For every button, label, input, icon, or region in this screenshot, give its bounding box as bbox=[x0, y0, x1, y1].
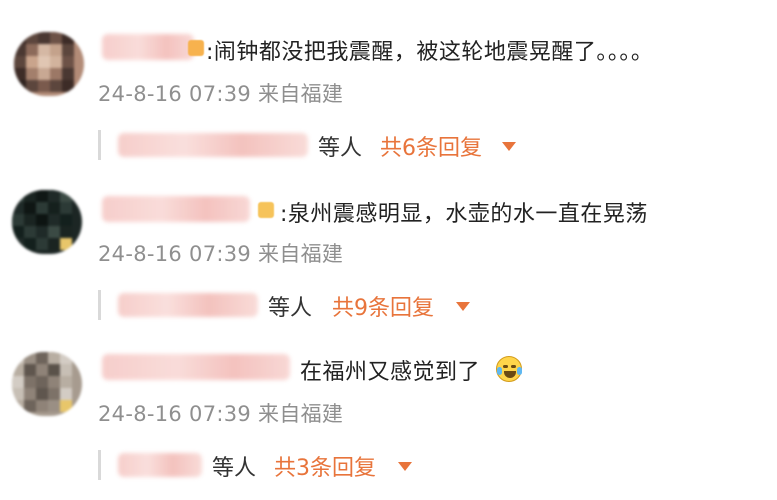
reply-suffix: 等人 bbox=[212, 456, 257, 481]
chevron-down-icon[interactable] bbox=[398, 462, 412, 471]
username-blurred[interactable] bbox=[102, 196, 250, 222]
comment-meta: 24-8-16 07:39 来自福建 bbox=[98, 82, 344, 106]
reply-divider bbox=[98, 290, 101, 320]
reply-suffix: 等人 bbox=[318, 136, 363, 161]
view-replies-link[interactable]: 共9条回复 bbox=[332, 290, 434, 322]
username-blurred[interactable] bbox=[102, 34, 194, 60]
comment-text: :泉州震感明显，水壶的水一直在晃荡 bbox=[280, 202, 648, 227]
vip-badge-icon bbox=[258, 202, 274, 218]
vip-badge-icon bbox=[188, 40, 204, 56]
avatar[interactable] bbox=[12, 190, 82, 254]
chevron-down-icon[interactable] bbox=[456, 302, 470, 311]
replier-names-blurred[interactable] bbox=[118, 293, 258, 317]
view-replies-link[interactable]: 共6条回复 bbox=[380, 130, 482, 162]
comment-meta: 24-8-16 07:39 来自福建 bbox=[98, 242, 344, 266]
replier-names-blurred[interactable] bbox=[118, 453, 202, 477]
comment-text: :闹钟都没把我震醒，被这轮地震晃醒了。。。。 bbox=[206, 40, 654, 65]
comment-meta: 24-8-16 07:39 来自福建 bbox=[98, 402, 344, 426]
reply-divider bbox=[98, 450, 101, 480]
comment-item: :闹钟都没把我震醒，被这轮地震晃醒了。。。。 24-8-16 07:39 来自福… bbox=[0, 0, 777, 162]
reply-divider bbox=[98, 130, 101, 160]
view-replies-link[interactable]: 共3条回复 bbox=[274, 450, 376, 482]
comment-text: 在福州又感觉到了 bbox=[300, 360, 481, 385]
chevron-down-icon[interactable] bbox=[502, 142, 516, 151]
avatar[interactable] bbox=[12, 352, 82, 416]
avatar[interactable] bbox=[14, 32, 84, 96]
reply-suffix: 等人 bbox=[268, 296, 313, 321]
comment-item: :泉州震感明显，水壶的水一直在晃荡 24-8-16 07:39 来自福建 等人 … bbox=[0, 160, 777, 322]
laugh-cry-emoji-icon bbox=[496, 356, 522, 382]
comment-item: 在福州又感觉到了 24-8-16 07:39 来自福建 等人 共3条回复 bbox=[0, 320, 777, 482]
replier-names-blurred[interactable] bbox=[118, 133, 308, 157]
username-blurred[interactable] bbox=[102, 354, 290, 380]
